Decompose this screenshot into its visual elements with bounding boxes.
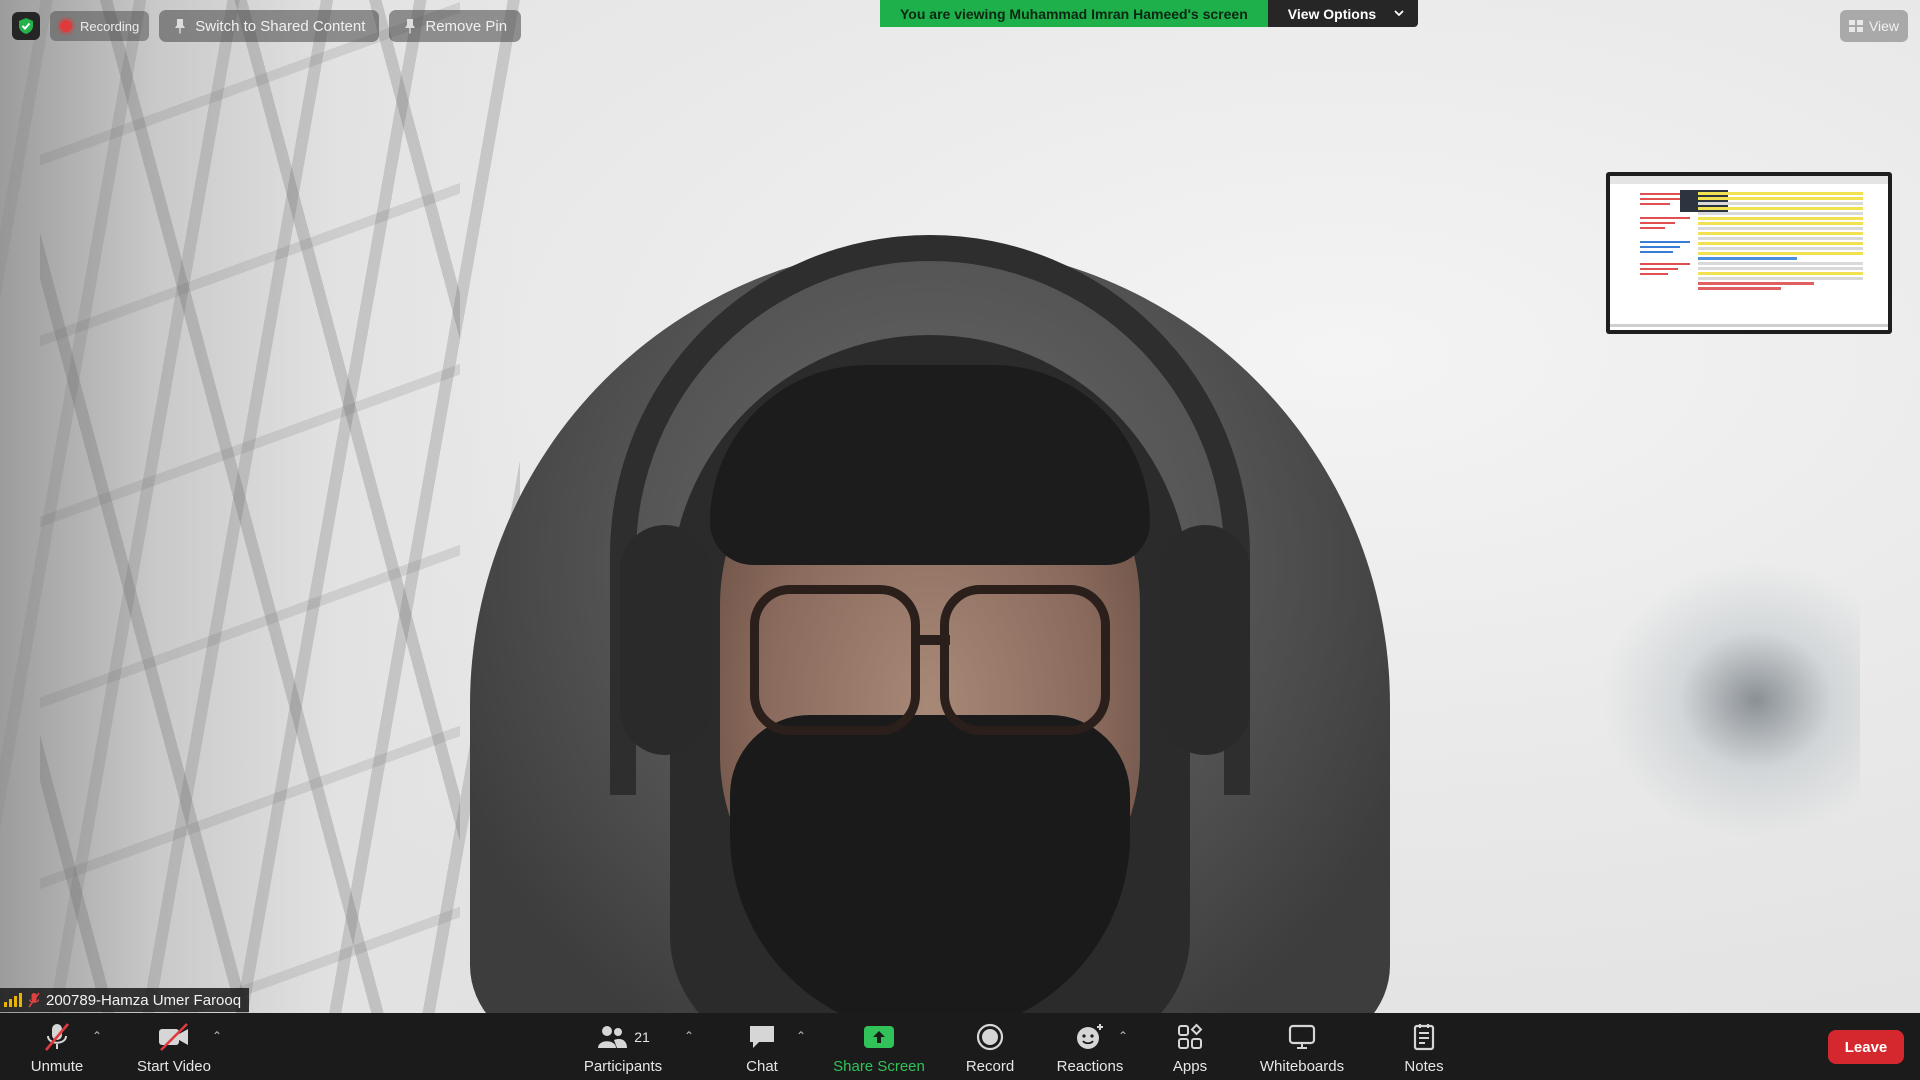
participants-button[interactable]: 21 Participants	[578, 1013, 668, 1080]
share-screen-icon	[864, 1026, 894, 1048]
whiteboards-button[interactable]: Whiteboards	[1256, 1013, 1348, 1080]
top-left-controls: Recording Switch to Shared Content Remov…	[12, 10, 522, 42]
reactions-options-caret-icon[interactable]: ⌃	[1118, 1029, 1128, 1043]
signal-strength-icon	[4, 993, 22, 1007]
remove-pin-label: Remove Pin	[425, 17, 508, 35]
chat-button[interactable]: Chat	[734, 1013, 790, 1080]
headphone-earcup-left	[620, 525, 710, 755]
remove-pin-button[interactable]: Remove Pin	[389, 10, 522, 42]
participants-count: 21	[634, 1029, 650, 1045]
recording-indicator[interactable]: Recording	[50, 11, 150, 41]
shared-document-preview	[1610, 176, 1888, 330]
record-label: Record	[965, 1058, 1015, 1075]
participants-icon	[598, 1026, 628, 1048]
thumb-text-column	[1698, 190, 1863, 292]
view-label: View	[1868, 18, 1900, 34]
participant-name-tag: 200789-Hamza Umer Farooq	[0, 988, 250, 1012]
security-shield-icon[interactable]	[12, 12, 40, 40]
view-button[interactable]: View	[1840, 10, 1908, 42]
screen-share-banner: You are viewing Muhammad Imran Hameed's …	[880, 0, 1419, 27]
view-options-button[interactable]: View Options	[1267, 0, 1419, 27]
reactions-button[interactable]: Reactions	[1052, 1013, 1128, 1080]
recording-label: Recording	[80, 18, 140, 34]
participant-name: 200789-Hamza Umer Farooq	[46, 991, 242, 1009]
video-stage: Recording Switch to Shared Content Remov…	[0, 0, 1920, 1013]
unmute-label: Unmute	[30, 1058, 84, 1075]
share-screen-button[interactable]: Share Screen	[830, 1013, 928, 1080]
reactions-smiley-icon	[1077, 1024, 1103, 1049]
wall-shadow	[1600, 560, 1860, 840]
switch-to-shared-content-button[interactable]: Switch to Shared Content	[159, 10, 380, 42]
chat-bubble-icon	[750, 1026, 774, 1048]
shared-screen-thumbnail[interactable]	[1606, 172, 1892, 334]
record-button[interactable]: Record	[960, 1013, 1020, 1080]
notes-label: Notes	[1404, 1058, 1444, 1075]
participant-video	[470, 235, 1390, 1013]
apps-icon	[1178, 1023, 1203, 1049]
chat-label: Chat	[746, 1058, 778, 1075]
apps-label: Apps	[1172, 1058, 1208, 1075]
switch-to-shared-content-label: Switch to Shared Content	[195, 17, 366, 35]
glasses-bridge	[915, 635, 950, 645]
video-options-caret-icon[interactable]: ⌃	[212, 1029, 222, 1043]
recording-dot-icon	[60, 20, 72, 32]
thumb-browser-bar	[1610, 176, 1888, 184]
apps-button[interactable]: Apps	[1164, 1013, 1216, 1080]
muted-mic-icon	[28, 992, 40, 1008]
video-camera-off-icon	[159, 1023, 188, 1051]
chevron-down-icon	[1394, 10, 1404, 17]
chat-options-caret-icon[interactable]: ⌃	[796, 1029, 806, 1043]
microphone-muted-icon	[45, 1023, 69, 1051]
pin-icon	[405, 19, 416, 34]
meeting-toolbar: Unmute ⌃ Start Video ⌃ 21 Participants ⌃	[0, 1013, 1920, 1080]
glasses-lens-left	[750, 585, 920, 735]
reactions-label: Reactions	[1056, 1058, 1124, 1075]
notes-button[interactable]: Notes	[1398, 1013, 1450, 1080]
start-video-label: Start Video	[137, 1058, 211, 1075]
viewing-screen-text: You are viewing Muhammad Imran Hameed's …	[880, 0, 1268, 27]
pin-icon	[175, 19, 186, 34]
audio-options-caret-icon[interactable]: ⌃	[92, 1029, 102, 1043]
view-options-label: View Options	[1287, 5, 1377, 22]
grid-view-icon	[1848, 20, 1863, 32]
unmute-button[interactable]: Unmute	[22, 1013, 92, 1080]
start-video-button[interactable]: Start Video	[130, 1013, 218, 1080]
whiteboards-label: Whiteboards	[1259, 1058, 1345, 1075]
whiteboard-icon	[1288, 1024, 1316, 1049]
glasses-lens-right	[940, 585, 1110, 735]
notes-icon	[1413, 1024, 1435, 1051]
headphone-earcup-right	[1160, 525, 1250, 755]
leave-button[interactable]: Leave	[1828, 1030, 1904, 1064]
record-icon	[976, 1023, 1004, 1051]
curtain-pattern	[40, 0, 460, 1013]
participants-label: Participants	[583, 1058, 663, 1075]
thumb-page-separator	[1610, 324, 1888, 327]
share-screen-label: Share Screen	[833, 1058, 925, 1075]
participants-options-caret-icon[interactable]: ⌃	[684, 1029, 694, 1043]
